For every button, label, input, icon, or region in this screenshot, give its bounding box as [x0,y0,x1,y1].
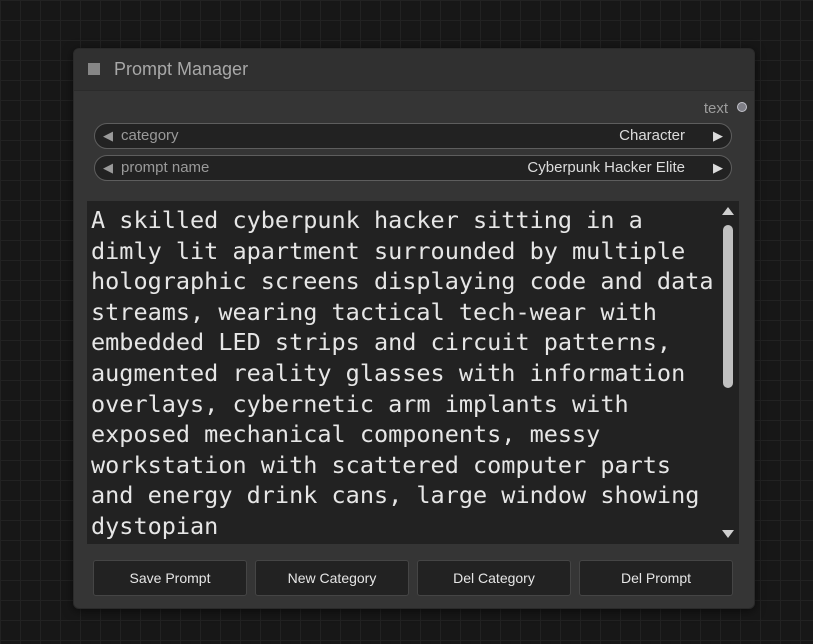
scroll-up-arrow-icon[interactable] [722,207,734,215]
output-socket-icon[interactable] [737,102,747,112]
prompt-manager-node[interactable]: Prompt Manager text ◀ category Character… [73,48,755,609]
del-category-button[interactable]: Del Category [417,560,571,596]
prompt-name-prev-arrow-icon[interactable]: ◀ [103,160,113,176]
prompt-name-next-arrow-icon[interactable]: ▶ [713,160,723,176]
category-prev-arrow-icon[interactable]: ◀ [103,128,113,144]
collapse-toggle-icon[interactable] [88,63,100,75]
scrollbar-thumb[interactable] [723,225,733,388]
category-label: category [121,127,179,144]
del-prompt-button[interactable]: Del Prompt [579,560,733,596]
category-value: Character [619,127,685,144]
output-label-text: text [703,100,728,117]
scroll-down-arrow-icon[interactable] [722,530,734,538]
prompt-name-combo[interactable]: ◀ prompt name Cyberpunk Hacker Elite ▶ [94,155,732,181]
prompt-name-label: prompt name [121,159,210,176]
save-prompt-button[interactable]: Save Prompt [93,560,247,596]
category-combo[interactable]: ◀ category Character ▶ [94,123,732,149]
prompt-text[interactable]: A skilled cyberpunk hacker sitting in a … [91,205,719,542]
prompt-name-value: Cyberpunk Hacker Elite [527,159,685,176]
prompt-textarea[interactable]: A skilled cyberpunk hacker sitting in a … [87,201,739,544]
node-title: Prompt Manager [114,59,249,79]
category-next-arrow-icon[interactable]: ▶ [713,128,723,144]
new-category-button[interactable]: New Category [255,560,409,596]
node-title-bar[interactable]: Prompt Manager [74,49,754,91]
